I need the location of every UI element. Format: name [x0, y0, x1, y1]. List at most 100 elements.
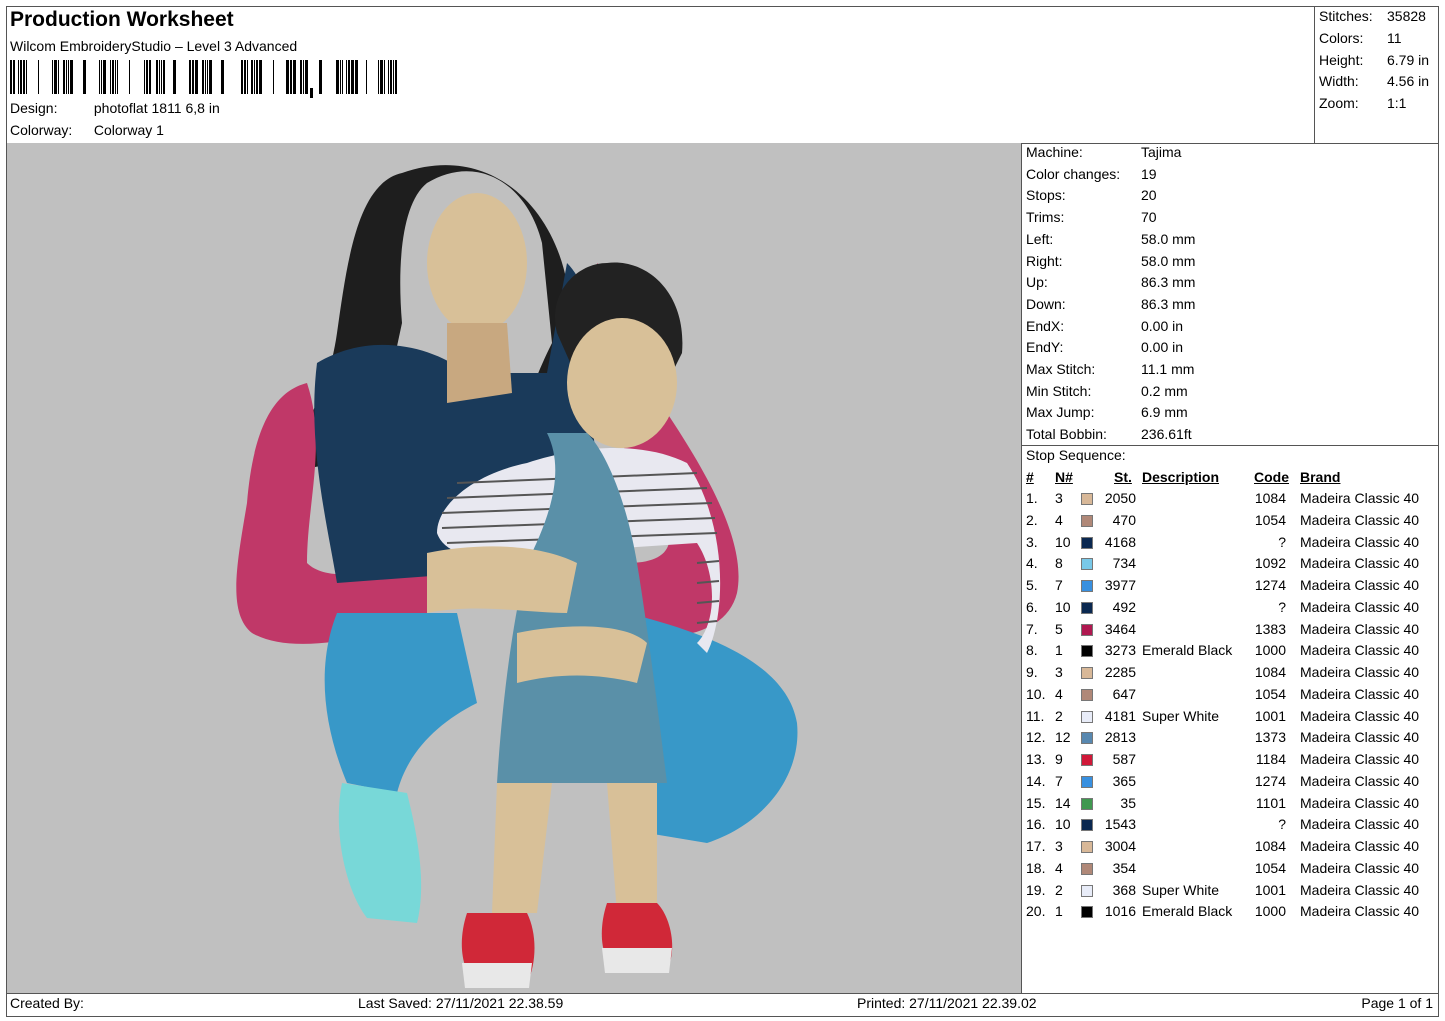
- machine-info-row: Left: 58.0 mm: [1026, 231, 1195, 247]
- row-index: 1.: [1026, 490, 1038, 506]
- barcode-icon: [10, 60, 397, 98]
- table-row: 20. 1 1016 Emerald Black 1000 Madeira Classic…: [1022, 903, 1439, 925]
- info-label: EndY:: [1026, 339, 1064, 356]
- col-header-code: Code: [1254, 469, 1289, 485]
- col-header-stitches: St.: [1114, 469, 1132, 485]
- color-swatch: [1081, 884, 1093, 897]
- woman-jeans-left: [324, 613, 477, 793]
- needle-number: 4: [1055, 511, 1063, 528]
- col-header-brand: Brand: [1300, 469, 1341, 485]
- color-swatch: [1081, 623, 1093, 636]
- stitch-count: 365: [1112, 772, 1136, 789]
- col-header-needle: N#: [1055, 469, 1073, 485]
- thread-code: 1000: [1254, 903, 1286, 920]
- row-index: 4.: [1026, 555, 1038, 572]
- color-swatch: [1081, 754, 1093, 766]
- thread-description: Emerald Black: [1142, 903, 1233, 920]
- info-label: Up:: [1026, 274, 1048, 291]
- info-label: Down:: [1026, 295, 1066, 312]
- stitch-count: 368: [1112, 881, 1136, 898]
- color-swatch: [1081, 580, 1093, 592]
- summary-row: Stitches: 35828: [1319, 8, 1426, 24]
- summary-value: 4.56 in: [1387, 73, 1430, 89]
- table-row: 18. 4 354 1054 Madeira Classic 40: [1022, 860, 1439, 882]
- panel-divider: [1022, 445, 1439, 446]
- thread-brand: Madeira Classic 40: [1300, 707, 1420, 724]
- table-row: 9. 3 2285 1084 Madeira Classic 40: [1022, 664, 1439, 686]
- row-index: 7.: [1026, 620, 1038, 637]
- needle-number: 10: [1055, 533, 1071, 550]
- table-row: 3. 10 4168? Madeira Classic 40: [1022, 534, 1439, 556]
- info-label: Right:: [1026, 252, 1063, 269]
- thread-code: 1101: [1255, 794, 1286, 811]
- color-swatch: [1081, 732, 1093, 745]
- info-label: EndX:: [1026, 317, 1065, 334]
- info-value: 236.61ft: [1141, 426, 1192, 443]
- summary-label: Colors:: [1319, 30, 1364, 46]
- info-label: Trims:: [1026, 209, 1065, 226]
- embroidery-illustration: [236, 165, 798, 988]
- col-header-description: Description: [1142, 469, 1220, 485]
- thread-code: 1184: [1255, 751, 1286, 767]
- row-index: 18.: [1026, 859, 1046, 876]
- table-row: 13. 9 587 1184 Madeira Classic 40: [1022, 751, 1439, 773]
- row-index: 10.: [1026, 685, 1046, 702]
- needle-number: 8: [1055, 555, 1063, 572]
- thread-code: 1001: [1254, 707, 1286, 724]
- thread-brand: Madeira Classic 40: [1300, 685, 1420, 702]
- stitch-count: 2285: [1104, 664, 1136, 680]
- summary-row: Height: 6.79 in: [1319, 52, 1429, 68]
- info-value: 58.0 mm: [1141, 252, 1196, 269]
- color-swatch: [1081, 862, 1093, 875]
- row-index: 13.: [1026, 751, 1046, 767]
- thread-brand: Madeira Classic 40: [1300, 533, 1420, 550]
- summary-panel: Stitches: 35828 Colors: 11 Height: 6.79 in …: [1314, 6, 1439, 143]
- machine-info-row: Max Jump: 6.9 mm: [1026, 404, 1188, 420]
- worksheet-footer: Created By: Last Saved: 27/11/2021 22.38…: [6, 993, 1439, 1017]
- stitch-count: 354: [1112, 859, 1136, 876]
- info-label: Machine:: [1026, 144, 1083, 160]
- table-row: 6. 10 492? Madeira Classic 40: [1022, 599, 1439, 621]
- needle-number: 10: [1055, 598, 1071, 615]
- thread-brand: Madeira Classic 40: [1300, 816, 1420, 833]
- stitch-count: 4181: [1104, 707, 1136, 724]
- stitch-count: 3464: [1104, 620, 1136, 637]
- machine-info-row: Up: 86.3 mm: [1026, 274, 1195, 290]
- row-index: 16.: [1026, 816, 1046, 833]
- table-row: 14. 7 365 1274 Madeira Classic 40: [1022, 773, 1439, 795]
- row-index: 6.: [1026, 598, 1038, 615]
- summary-label: Stitches:: [1319, 8, 1373, 24]
- row-index: 20.: [1026, 903, 1046, 920]
- colorway-value: Colorway 1: [93, 122, 164, 138]
- thread-code: 1054: [1254, 511, 1286, 528]
- thread-brand: Madeira Classic 40: [1300, 511, 1420, 528]
- page-number: Page 1 of 1: [1361, 995, 1433, 1011]
- machine-info-row: Min Stitch: 0.2 mm: [1026, 383, 1188, 399]
- child-legs: [492, 783, 657, 913]
- machine-info-row: EndY: 0.00 in: [1026, 339, 1183, 355]
- color-swatch: [1081, 688, 1093, 701]
- info-label: Color changes:: [1026, 165, 1121, 182]
- summary-value: 1:1: [1387, 95, 1407, 111]
- table-row: 19. 2 368 Super White 1001 Madeira Classic 40: [1022, 882, 1439, 904]
- stitch-count: 4168: [1104, 533, 1136, 550]
- info-label: Min Stitch:: [1026, 382, 1092, 399]
- table-row: 5. 7 3977 1274 Madeira Classic 40: [1022, 577, 1439, 599]
- info-value: 19: [1141, 165, 1157, 182]
- needle-number: 4: [1055, 859, 1063, 876]
- design-preview: [7, 143, 1021, 993]
- info-value: 58.0 mm: [1141, 230, 1196, 247]
- machine-info-row: Down: 86.3 mm: [1026, 296, 1195, 312]
- machine-info-panel: Machine: Tajima Color changes: 19 Stops: 20 Tr…: [1021, 143, 1439, 993]
- stitch-count: 647: [1112, 685, 1136, 702]
- thread-code: 1084: [1254, 490, 1286, 506]
- needle-number: 3: [1055, 838, 1063, 854]
- machine-info-row: Trims: 70: [1026, 209, 1157, 225]
- stitch-count: 2813: [1104, 729, 1136, 746]
- thread-brand: Madeira Classic 40: [1300, 620, 1420, 637]
- info-value: 20: [1141, 187, 1157, 204]
- row-index: 5.: [1026, 577, 1038, 593]
- needle-number: 12: [1055, 729, 1071, 746]
- thread-brand: Madeira Classic 40: [1300, 598, 1420, 615]
- table-row: 16. 10 1543? Madeira Classic 40: [1022, 816, 1439, 838]
